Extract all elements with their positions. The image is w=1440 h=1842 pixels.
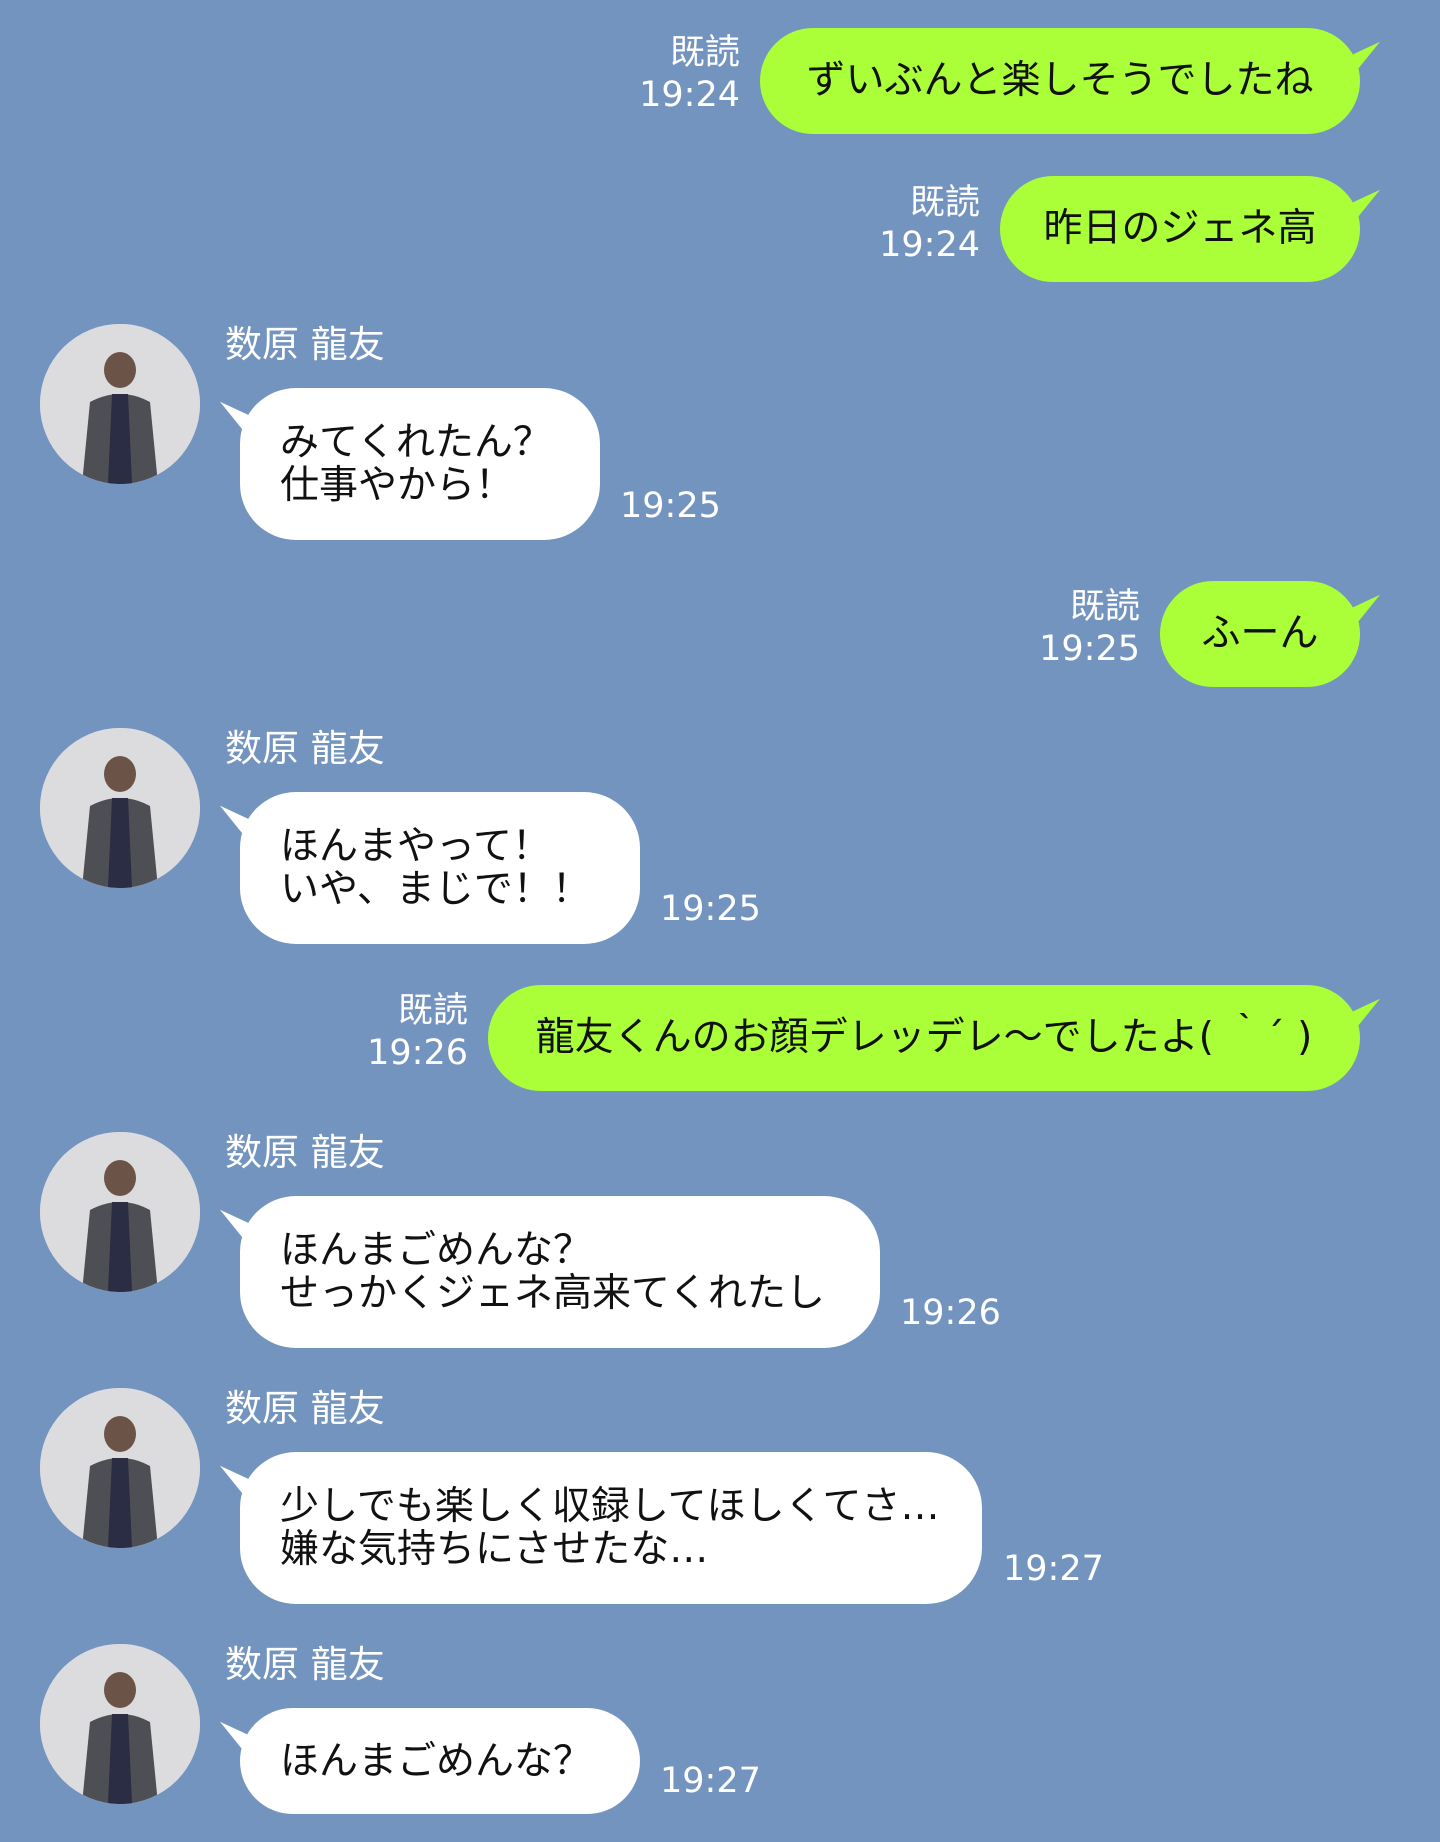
message-line: 嫌な気持ちにさせたな… [280,1527,709,1572]
sent-message-bubble[interactable]: 昨日のジェネ高 [1000,176,1360,282]
message-line: 仕事やから！ [280,463,515,508]
message-line: せっかくジェネ高来てくれたし [280,1271,825,1316]
avatar-photo-icon [40,1388,200,1548]
sent-message-bubble[interactable]: 龍友くんのお顔デレッデレ〜でしたよ( ｀´ ) [488,985,1360,1091]
sent-message-meta: 既読 19:24 [840,182,980,266]
received-message-bubble[interactable]: ほんまごめんな？ せっかくジェネ高来てくれたし [240,1196,880,1348]
message-line: 少しでも楽しく収録してほしくてさ… [280,1484,940,1529]
received-message-bubble[interactable]: みてくれたん？ 仕事やから！ [240,388,600,540]
sender-name: 数原 龍友 [225,1643,385,1686]
message-time: 19:24 [639,75,740,115]
read-receipt: 既読 [397,991,468,1031]
contact-avatar[interactable] [40,1644,200,1804]
sent-message-meta: 既読 19:26 [328,990,468,1074]
contact-avatar[interactable] [40,324,200,484]
contact-avatar[interactable] [40,728,200,888]
message-time: 19:25 [620,486,721,526]
message-line: ほんまごめんな？ [280,1228,593,1273]
message-text: 龍友くんのお顔デレッデレ〜でしたよ( ｀´ ) [535,1015,1313,1060]
message-time: 19:25 [1039,629,1140,669]
sender-name: 数原 龍友 [225,323,385,366]
message-line: ほんまごめんな？ [280,1738,593,1784]
message-line: ほんまやって！ [280,824,552,869]
avatar-photo-icon [40,728,200,888]
message-text: 昨日のジェネ高 [1043,206,1317,251]
message-line: いや、まじで！！ [280,867,591,912]
sent-message-meta: 既読 19:24 [600,32,740,116]
sent-message-meta: 既読 19:25 [1000,586,1140,670]
message-time: 19:27 [1003,1549,1104,1589]
read-receipt: 既読 [669,33,740,73]
message-time: 19:24 [879,225,980,265]
message-text: ずいぶんと楽しそうでしたね [806,58,1314,103]
sender-name: 数原 龍友 [225,727,385,770]
message-time: 19:27 [660,1761,761,1801]
sent-message-bubble[interactable]: ふーん [1160,581,1360,687]
message-line: みてくれたん？ [280,420,552,465]
message-time: 19:26 [900,1293,1001,1333]
received-message-bubble[interactable]: ほんまごめんな？ [240,1708,640,1814]
contact-avatar[interactable] [40,1388,200,1548]
received-message-bubble[interactable]: 少しでも楽しく収録してほしくてさ… 嫌な気持ちにさせたな… [240,1452,982,1604]
message-time: 19:25 [660,889,761,929]
contact-avatar[interactable] [40,1132,200,1292]
message-text: ふーん [1201,611,1319,656]
read-receipt: 既読 [1069,587,1140,627]
avatar-photo-icon [40,1644,200,1804]
received-message-bubble[interactable]: ほんまやって！ いや、まじで！！ [240,792,640,944]
message-time: 19:26 [367,1033,468,1073]
sender-name: 数原 龍友 [225,1387,385,1430]
read-receipt: 既読 [909,183,980,223]
sender-name: 数原 龍友 [225,1131,385,1174]
avatar-photo-icon [40,324,200,484]
avatar-photo-icon [40,1132,200,1292]
sent-message-bubble[interactable]: ずいぶんと楽しそうでしたね [760,28,1360,134]
